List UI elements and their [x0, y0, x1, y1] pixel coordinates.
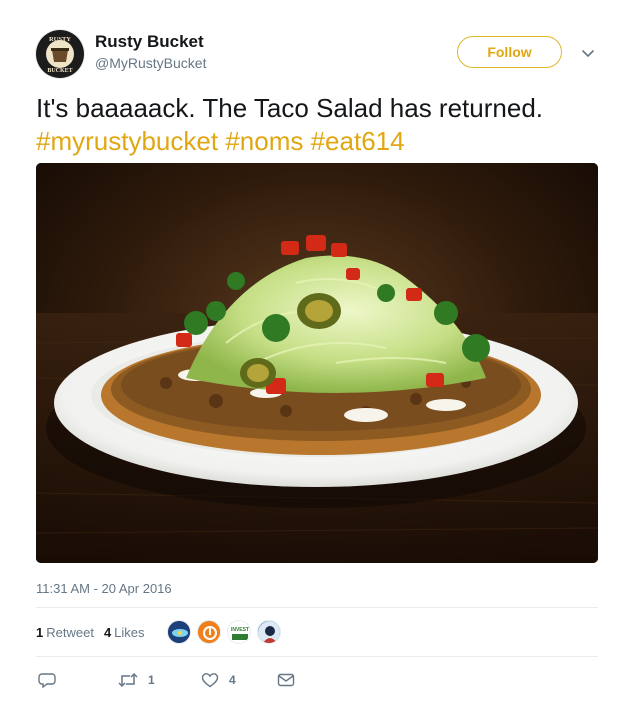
tweet-stats: 1 Retweet 4 Likes INVEST: [36, 612, 598, 652]
liker-avatar-2-icon: [197, 621, 220, 643]
chevron-down-icon[interactable]: [580, 45, 596, 61]
retweet-action-count: 1: [148, 673, 155, 687]
taco-salad-photo-icon: [36, 163, 598, 563]
retweet-count: 1: [36, 624, 44, 640]
tweet-text: It's baaaaack. The Taco Salad has return…: [36, 92, 606, 158]
hashtag-link[interactable]: #noms: [225, 126, 303, 156]
retweet-stat[interactable]: 1 Retweet: [36, 625, 94, 640]
direct-message-button[interactable]: [277, 671, 295, 689]
tweet-photo[interactable]: [36, 163, 598, 563]
liker-avatar[interactable]: INVEST: [226, 620, 251, 644]
envelope-icon: [277, 673, 295, 687]
rusty-bucket-logo-icon: RUSTY BUCKET: [37, 31, 83, 77]
likers-avatars: INVEST: [166, 620, 287, 644]
logo-text-top: RUSTY: [49, 36, 71, 43]
liker-avatar[interactable]: [256, 620, 281, 644]
avatar[interactable]: RUSTY BUCKET: [36, 30, 84, 78]
follow-button[interactable]: Follow: [457, 36, 562, 68]
hashtags-line: #myrustybucket #noms #eat614: [36, 125, 606, 158]
likes-label: Likes: [114, 624, 145, 640]
tweet-body: It's baaaaack. The Taco Salad has return…: [36, 93, 543, 123]
likes-stat[interactable]: 4 Likes: [104, 625, 145, 640]
likes-count: 4: [103, 624, 112, 640]
divider: [36, 656, 598, 657]
reply-icon: [38, 673, 56, 689]
liker-avatar[interactable]: [196, 620, 221, 644]
tweet-timestamp[interactable]: 11:31 AM - 20 Apr 2016: [36, 581, 172, 596]
liker-avatar-4-icon: [257, 621, 280, 643]
liker-avatar-3-icon: INVEST: [227, 621, 250, 643]
heart-icon: [201, 673, 219, 688]
liker-avatar[interactable]: [166, 620, 191, 644]
hashtag-link[interactable]: #myrustybucket: [36, 126, 218, 156]
logo-text-bottom: BUCKET: [47, 68, 72, 74]
retweet-label: Retweet: [46, 624, 94, 640]
tweet-card: RUSTY BUCKET Rusty Bucket @MyRustyBucket…: [0, 0, 633, 706]
divider: [36, 607, 598, 608]
screen-name[interactable]: @MyRustyBucket: [95, 55, 206, 71]
liker-avatar-1-icon: [167, 621, 190, 643]
tweet-actions: 1 4: [38, 670, 458, 690]
like-action-count: 4: [229, 673, 236, 687]
retweet-button[interactable]: 1: [118, 671, 155, 689]
retweet-icon: [118, 672, 138, 688]
hashtag-link[interactable]: #eat614: [311, 126, 405, 156]
reply-button[interactable]: [38, 671, 56, 689]
display-name[interactable]: Rusty Bucket: [95, 32, 204, 52]
liker-3-text: INVEST: [231, 627, 249, 633]
like-button[interactable]: 4: [201, 671, 236, 689]
